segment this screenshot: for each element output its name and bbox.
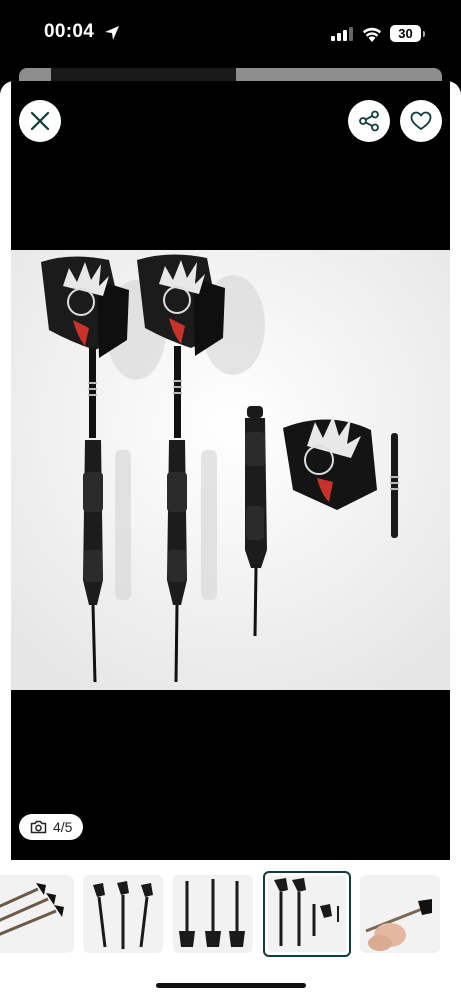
thumbnail-5[interactable] [360, 875, 440, 953]
share-button[interactable] [348, 100, 390, 142]
thumbnail-3-image [179, 879, 245, 947]
thumbnail-5-image [365, 899, 432, 951]
darts-illustration [11, 250, 450, 690]
thumbnail-1[interactable] [0, 875, 74, 953]
background-card [19, 68, 442, 82]
camera-icon [30, 820, 47, 834]
close-button[interactable] [19, 100, 61, 142]
image-viewer-modal: 4/5 [0, 81, 461, 999]
status-bar: 00:04 30 [0, 0, 461, 68]
thumbnail-strip [0, 871, 461, 957]
background-card-image [51, 68, 236, 82]
thumbnail-4-image [268, 876, 346, 952]
wifi-icon [362, 27, 382, 42]
battery-indicator: 30 [390, 25, 421, 42]
heart-icon [410, 111, 432, 130]
share-icon [359, 110, 379, 132]
home-indicator [156, 983, 306, 988]
signal-icon [331, 27, 353, 41]
image-viewer[interactable]: 4/5 [11, 81, 450, 860]
favorite-button[interactable] [400, 100, 442, 142]
thumbnail-2[interactable] [83, 875, 163, 953]
thumbnail-3[interactable] [173, 875, 253, 953]
photo-counter-text: 4/5 [53, 819, 73, 835]
location-arrow-icon [105, 26, 119, 40]
close-icon [30, 111, 50, 131]
product-photo [11, 250, 450, 690]
thumbnail-2-image [93, 881, 153, 949]
status-time: 00:04 [44, 21, 95, 42]
photo-counter: 4/5 [19, 814, 84, 840]
dart-shaft [390, 433, 399, 538]
thumbnail-4-graphic [274, 878, 339, 946]
battery-tip [423, 31, 425, 37]
thumbnail-1-image [0, 883, 64, 936]
thumbnail-4-selected[interactable] [263, 871, 351, 957]
